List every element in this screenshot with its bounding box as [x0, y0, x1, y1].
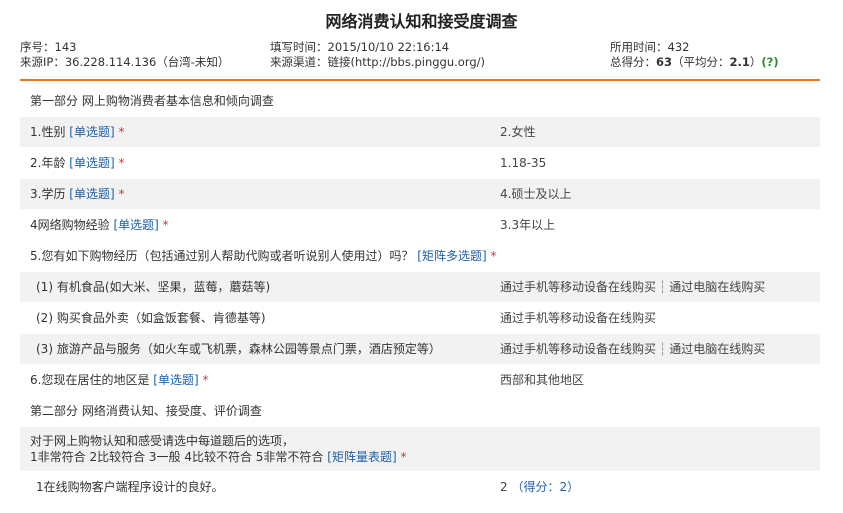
- answer-separator: ┆: [659, 342, 667, 356]
- section-title: 第一部分 网上购物消费者基本信息和倾向调查: [30, 94, 274, 108]
- question-label: 3.学历: [30, 187, 66, 201]
- answer-value: 通过手机等移动设备在线购买 ┆ 通过电脑在线购买: [500, 272, 765, 302]
- fill-time-value: 2015/10/10 22:16:14: [327, 40, 450, 54]
- header-divider: [20, 79, 820, 81]
- question-row-region: 6.您现在居住的地区是 [单选题] * 西部和其他地区: [20, 365, 820, 395]
- required-mark: *: [118, 125, 125, 139]
- source-ip-line: 来源IP：36.228.114.136（台湾-未知）: [20, 55, 229, 70]
- avg-score-value: 2.1: [729, 55, 750, 69]
- duration-line: 所用时间：432: [610, 40, 779, 55]
- question-row-gender: 1.性别 [单选题] * 2.女性: [20, 117, 820, 147]
- section-heading-part1: 第一部分 网上购物消费者基本信息和倾向调查: [20, 86, 820, 116]
- question-label: 6.您现在居住的地区是: [30, 373, 150, 387]
- answer-value: 3.3年以上: [500, 218, 556, 232]
- avg-suffix: ）: [749, 55, 762, 69]
- meta-col-right: 所用时间：432 总得分：63（平均分：2.1）(?): [610, 40, 779, 70]
- matrix-intro-line2: 1非常符合 2比较符合 3一般 4比较不符合 5非常不符合 [矩阵量表题] *: [30, 449, 406, 465]
- question-label: 2.年龄: [30, 156, 66, 170]
- question-text: 3.学历 [单选题] *: [30, 179, 124, 209]
- answer-option-mobile: 通过手机等移动设备在线购买: [500, 342, 657, 356]
- question-type-tag[interactable]: [矩阵多选题]: [417, 249, 486, 263]
- survey-meta: 序号：143 来源IP：36.228.114.136（台湾-未知） 填写时间：2…: [20, 40, 820, 72]
- item-score: （得分：2）: [511, 480, 580, 494]
- matrix-subrow-food-delivery: (2) 购买食品外卖（如盒饭套餐、肯德基等) 通过手机等移动设备在线购买: [20, 303, 820, 333]
- answer-value: 西部和其他地区: [500, 373, 585, 387]
- question-label: 1.性别: [30, 125, 66, 139]
- answer-value: 通过手机等移动设备在线购买 ┆ 通过电脑在线购买: [500, 334, 765, 364]
- subquestion-text: (1) 有机食品(如大米、坚果，蓝莓，蘑菇等): [36, 280, 271, 294]
- answer-value: 2.女性: [500, 125, 536, 139]
- source-ip-label: 来源IP：: [20, 55, 65, 69]
- avg-prefix: （平均分：: [672, 55, 730, 69]
- matrix-scale-intro: 对于网上购物认知和感受请选中每道题后的选项， 1非常符合 2比较符合 3一般 4…: [20, 427, 820, 471]
- matrix-subrow-organic-food: (1) 有机食品(如大米、坚果，蓝莓，蘑菇等) 通过手机等移动设备在线购买 ┆ 通过…: [20, 272, 820, 302]
- question-type-tag[interactable]: [单选题]: [113, 218, 158, 232]
- answer-value: 4.硕士及以上: [500, 187, 572, 201]
- question-row-shopping-experience: 4网络购物经验 [单选题] * 3.3年以上: [20, 210, 820, 240]
- total-score-label: 总得分：: [610, 55, 656, 69]
- required-mark: *: [400, 450, 407, 464]
- required-mark: *: [162, 218, 169, 232]
- question-row-purchase-history: 5.您有如下购物经历（包括通过别人帮助代购或者听说别人使用过）吗？ [矩阵多选题…: [20, 241, 820, 271]
- total-score-value: 63: [656, 55, 673, 69]
- fill-time-label: 填写时间：: [270, 40, 328, 54]
- section-heading-part2: 第二部分 网络消费认知、接受度、评价调查: [20, 396, 820, 426]
- duration-label: 所用时间：: [610, 40, 668, 54]
- meta-col-mid: 填写时间：2015/10/10 22:16:14 来源渠道：链接(http://…: [270, 40, 485, 70]
- question-type-tag[interactable]: [单选题]: [69, 125, 114, 139]
- answer-option-pc: 通过电脑在线购买: [669, 280, 766, 294]
- total-score-line: 总得分：63（平均分：2.1）(?): [610, 55, 779, 70]
- answer-option-mobile: 通过手机等移动设备在线购买: [500, 280, 657, 294]
- question-label: 4网络购物经验: [30, 218, 110, 232]
- answer-separator: ┆: [659, 280, 667, 294]
- matrix-subrow-client-design: 1在线购物客户端程序设计的良好。 2 （得分：2）: [20, 472, 820, 502]
- answer-option-pc: 通过电脑在线购买: [669, 342, 766, 356]
- question-text: 5.您有如下购物经历（包括通过别人帮助代购或者听说别人使用过）吗？ [矩阵多选题…: [30, 241, 496, 271]
- source-ip-value: 36.228.114.136（台湾-未知）: [64, 55, 230, 69]
- question-type-tag[interactable]: [单选题]: [69, 156, 114, 170]
- matrix-intro-text: 对于网上购物认知和感受请选中每道题后的选项， 1非常符合 2比较符合 3一般 4…: [30, 433, 406, 465]
- question-text: 1.性别 [单选题] *: [30, 117, 124, 147]
- matrix-intro-line1: 对于网上购物认知和感受请选中每道题后的选项，: [30, 434, 295, 448]
- answer-list: 第一部分 网上购物消费者基本信息和倾向调查 1.性别 [单选题] * 2.女性 …: [20, 86, 820, 503]
- serial-value: 143: [54, 40, 77, 54]
- duration-value: 432: [667, 40, 690, 54]
- question-text: 6.您现在居住的地区是 [单选题] *: [30, 365, 208, 395]
- channel-line: 来源渠道：链接(http://bbs.pinggu.org/): [270, 55, 485, 70]
- subquestion-text: 1在线购物客户端程序设计的良好。: [36, 480, 224, 494]
- required-mark: *: [118, 156, 125, 170]
- serial-line: 序号：143: [20, 40, 229, 55]
- required-mark: *: [202, 373, 209, 387]
- answer-value: 通过手机等移动设备在线购买: [500, 303, 656, 333]
- answer-value: 2 （得分：2）: [500, 472, 579, 502]
- scale-answer: 2: [500, 480, 508, 494]
- scale-legend: 1非常符合 2比较符合 3一般 4比较不符合 5非常不符合: [30, 450, 324, 464]
- question-row-age: 2.年龄 [单选题] * 1.18-35: [20, 148, 820, 178]
- answer-option-mobile: 通过手机等移动设备在线购买: [500, 311, 657, 325]
- question-text: 2.年龄 [单选题] *: [30, 148, 124, 178]
- section-title: 第二部分 网络消费认知、接受度、评价调查: [30, 404, 262, 418]
- matrix-subrow-travel: (3) 旅游产品与服务（如火车或飞机票，森林公园等景点门票，酒店预定等） 通过手…: [20, 334, 820, 364]
- meta-col-left: 序号：143 来源IP：36.228.114.136（台湾-未知）: [20, 40, 229, 70]
- question-type-tag[interactable]: [矩阵量表题]: [327, 450, 396, 464]
- channel-label: 来源渠道：: [270, 55, 328, 69]
- help-link[interactable]: (?): [761, 55, 778, 69]
- question-row-education: 3.学历 [单选题] * 4.硕士及以上: [20, 179, 820, 209]
- channel-value: 链接(http://bbs.pinggu.org/): [327, 55, 486, 69]
- question-text: 4网络购物经验 [单选题] *: [30, 210, 169, 240]
- fill-time-line: 填写时间：2015/10/10 22:16:14: [270, 40, 485, 55]
- page-title: 网络消费认知和接受度调查: [325, 12, 518, 31]
- required-mark: *: [118, 187, 125, 201]
- answer-value: 1.18-35: [500, 156, 547, 170]
- question-label: 5.您有如下购物经历（包括通过别人帮助代购或者听说别人使用过）吗？: [30, 249, 414, 263]
- question-type-tag[interactable]: [单选题]: [153, 373, 198, 387]
- required-mark: *: [490, 249, 497, 263]
- subquestion-text: (2) 购买食品外卖（如盒饭套餐、肯德基等): [36, 311, 266, 325]
- subquestion-text: (3) 旅游产品与服务（如火车或飞机票，森林公园等景点门票，酒店预定等）: [36, 342, 441, 356]
- question-type-tag[interactable]: [单选题]: [69, 187, 114, 201]
- serial-label: 序号：: [20, 40, 55, 54]
